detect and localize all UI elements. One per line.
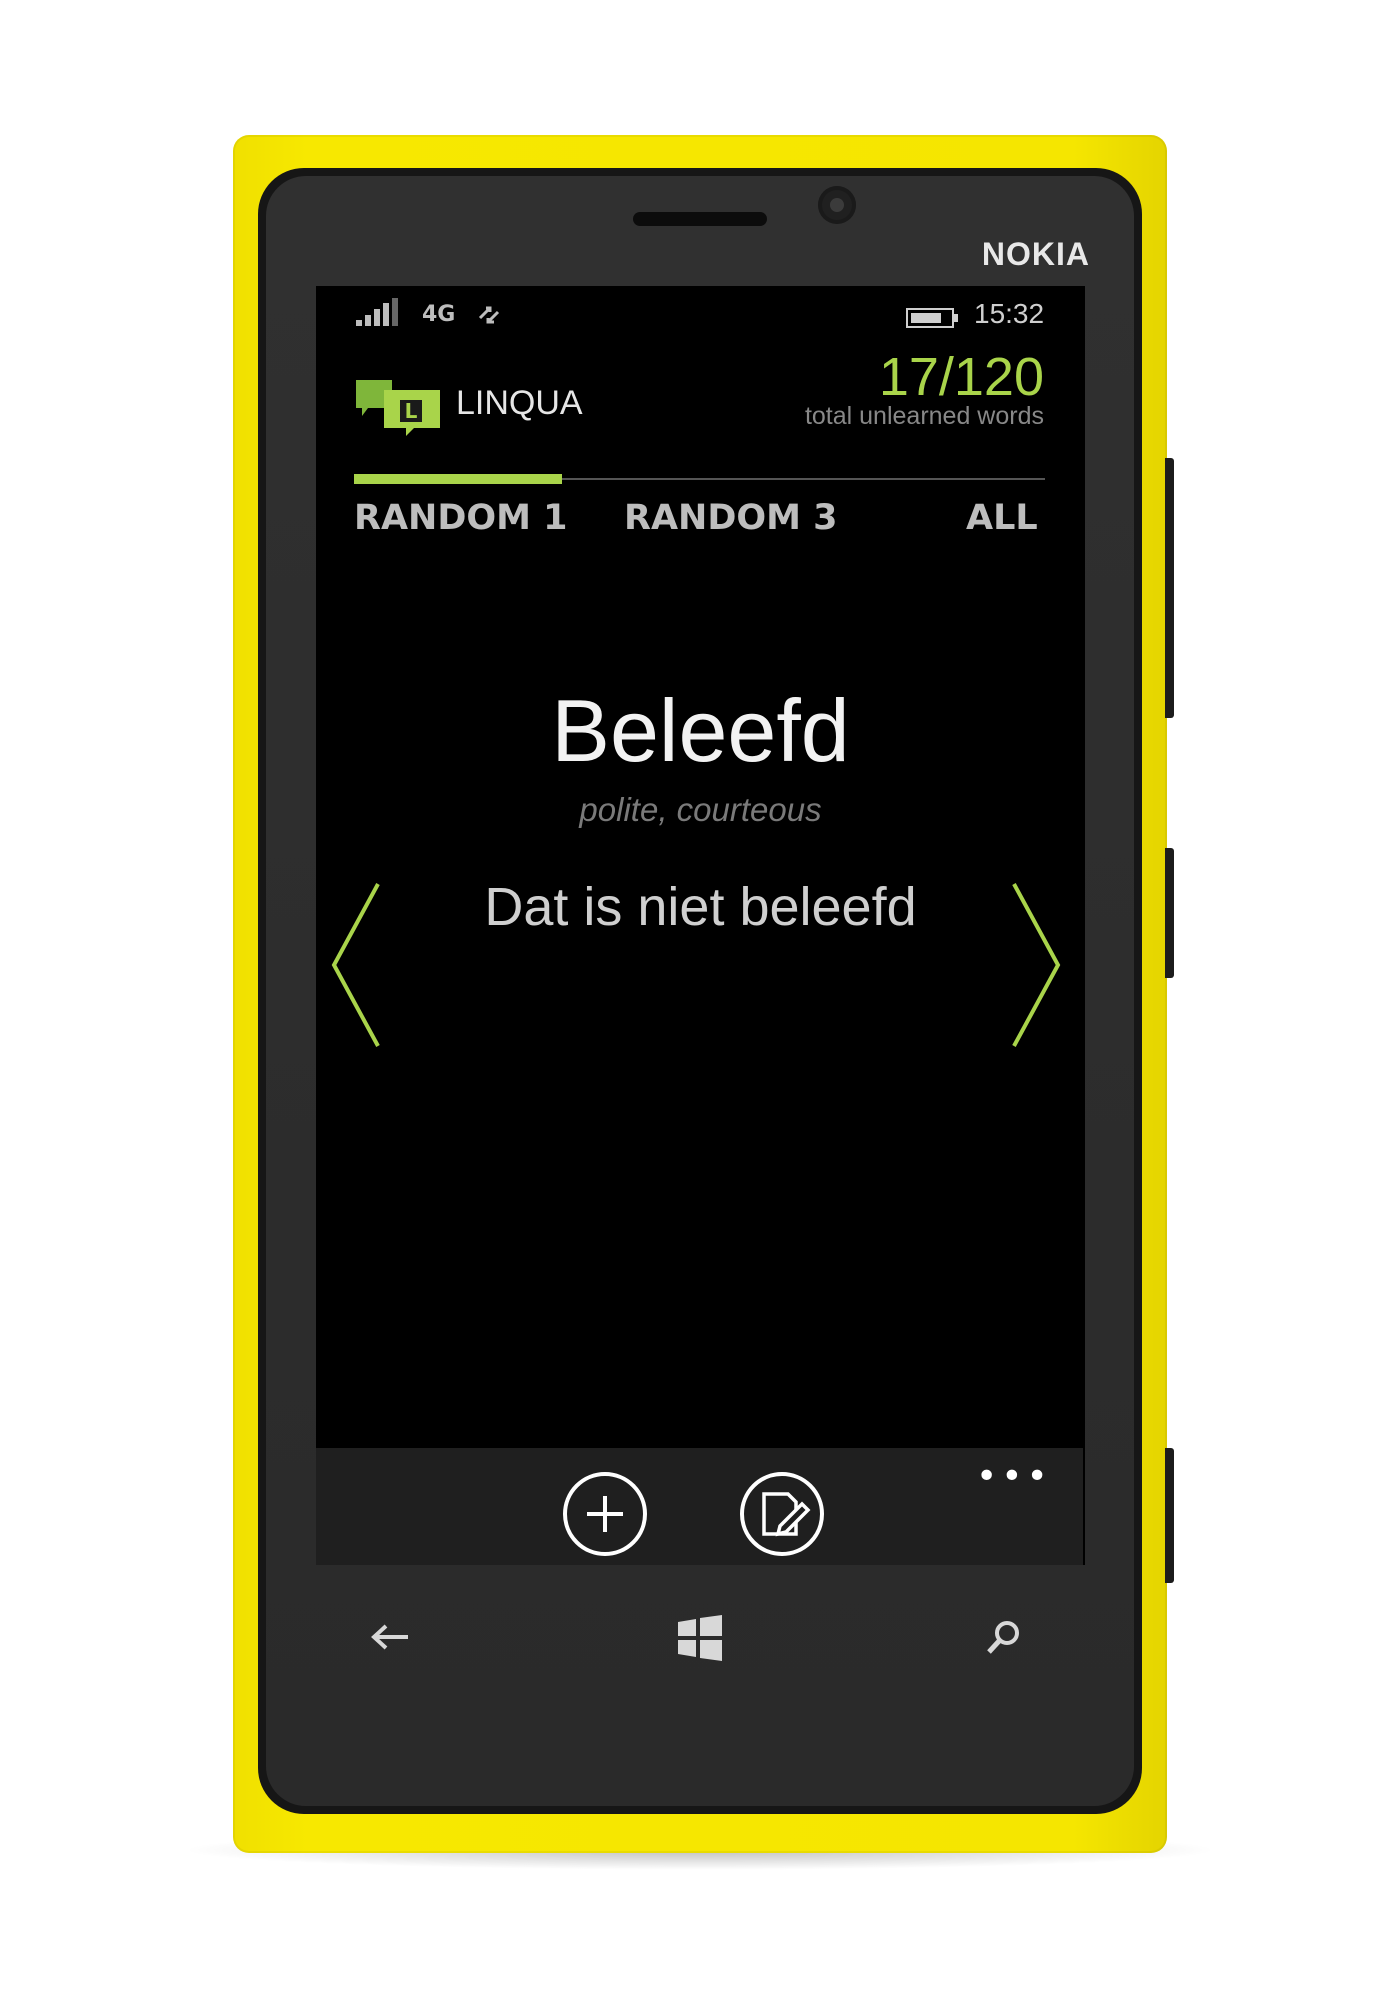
tab-random-1[interactable]: RANDOM 1 (354, 498, 568, 538)
windows-start-icon[interactable] (676, 1614, 724, 1662)
camera-button[interactable] (1165, 1448, 1174, 1583)
next-word-chevron-icon[interactable] (1006, 880, 1066, 1050)
battery-icon (906, 308, 958, 328)
tab-all[interactable]: ALL (966, 498, 1038, 538)
data-transfer-icon (478, 306, 500, 324)
status-bar: 4G 15:32 (316, 286, 1085, 342)
edit-word-button[interactable] (740, 1472, 824, 1556)
unlearned-counter: 17/120 (878, 347, 1044, 407)
add-icon (587, 1496, 623, 1532)
previous-word-chevron-icon[interactable] (326, 880, 386, 1050)
network-type: 4G (422, 302, 456, 327)
status-time: 15:32 (974, 298, 1045, 329)
tab-random-3[interactable]: RANDOM 3 (624, 498, 838, 538)
unlearned-counter-label: total unlearned words (804, 402, 1044, 430)
earpiece-speaker (633, 212, 767, 226)
word-translation: polite, courteous (579, 791, 822, 828)
active-tab-indicator (354, 474, 562, 484)
back-arrow-icon[interactable] (370, 1622, 412, 1652)
front-camera-icon (818, 186, 856, 224)
phone-screen: 4G 15:32 L LINQUA 17/120 total unlearned… (316, 286, 1085, 1565)
linqua-logo-icon: L (356, 380, 440, 436)
brand-logo: NOKIA (981, 236, 1090, 272)
power-button[interactable] (1165, 848, 1174, 978)
volume-button[interactable] (1165, 458, 1174, 718)
example-sentence: Dat is niet beleefd (484, 877, 917, 937)
search-icon[interactable] (984, 1618, 1024, 1658)
signal-strength-icon (356, 298, 398, 326)
edit-icon (762, 1492, 811, 1537)
add-word-button[interactable] (563, 1472, 647, 1556)
svg-text:L: L (405, 399, 418, 423)
application-bar: ••• (316, 1448, 1083, 1565)
more-options-button[interactable]: ••• (976, 1456, 1052, 1497)
word-heading: Beleefd (551, 681, 850, 780)
app-title: LINQUA (456, 384, 583, 422)
